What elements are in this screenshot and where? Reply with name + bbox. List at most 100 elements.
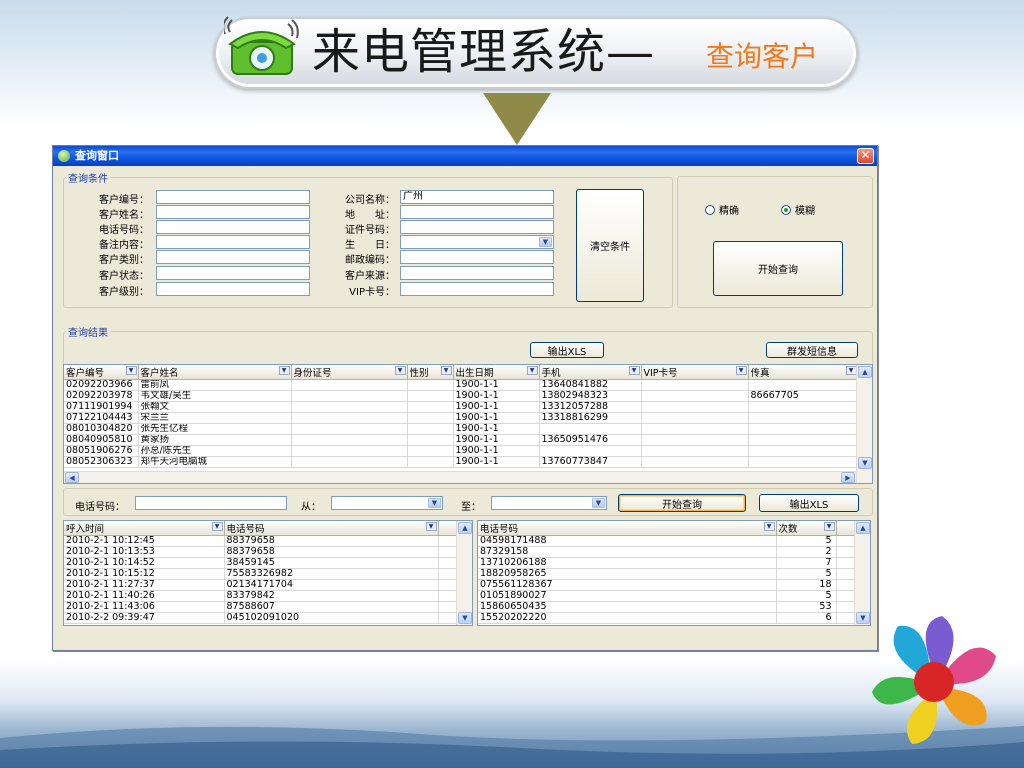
table-row[interactable]: 2010-2-1 11:40:26 83379842: [64, 590, 459, 602]
filter-dropdown-icon[interactable]: ▼: [394, 366, 406, 375]
chevron-down-icon[interactable]: ▼: [428, 498, 441, 508]
column-header[interactable]: 次数 ▼: [776, 521, 837, 536]
to-date-select[interactable]: ▼: [491, 496, 607, 510]
filter-dropdown-icon[interactable]: ▼: [440, 366, 452, 375]
chevron-down-icon[interactable]: ▼: [539, 237, 552, 247]
column-header[interactable]: 客户姓名 ▼: [138, 365, 292, 380]
results-horizontal-scrollbar[interactable]: ◀ ▶: [64, 471, 856, 483]
table-row[interactable]: 08051906276 孙总/陈先生 1900-1-1: [64, 445, 859, 457]
table-cell: 张翰文: [138, 401, 292, 413]
column-header[interactable]: 客户编号 ▼: [64, 365, 139, 380]
table-row[interactable]: 15520202220 6: [478, 612, 857, 624]
table-row[interactable]: 2010-2-1 10:15:12 75583326982: [64, 568, 459, 580]
column-header-label: 呼入时间: [66, 524, 105, 535]
close-button[interactable]: ✕: [857, 148, 874, 164]
table-row[interactable]: 2010-2-1 10:14:52 38459145: [64, 557, 459, 569]
bulk-sms-button[interactable]: 群发短信息: [766, 342, 858, 358]
call-log-scrollbar[interactable]: ▲ ▼: [456, 521, 472, 625]
scroll-left-icon[interactable]: ◀: [65, 472, 79, 483]
table-row[interactable]: 08010304820 张先生亿程 1900-1-1: [64, 423, 859, 435]
table-row[interactable]: 18820958265 5: [478, 568, 857, 580]
call-count-grid[interactable]: 电话号码 ▼ 次数 ▼ 04598171488 5 87329158 2 1371020618…: [477, 520, 871, 626]
table-row[interactable]: 2010-2-2 09:39:47 045102091020: [64, 612, 459, 624]
table-row[interactable]: 04598171488 5: [478, 535, 857, 547]
customer-results-grid[interactable]: 客户编号 ▼ 客户姓名 ▼ 身份证号 ▼ 性别 ▼ 出生日期 ▼ 手机 ▼ VIP卡号 ▼ 传真 ▼ 0209…: [63, 364, 873, 484]
left-field-input[interactable]: [156, 220, 310, 234]
left-field-input[interactable]: [156, 205, 310, 219]
right-field-input[interactable]: [400, 266, 554, 280]
right-field-input[interactable]: [400, 282, 554, 296]
radio-fuzzy[interactable]: 模糊: [781, 202, 815, 217]
call-count-scrollbar[interactable]: ▲ ▼: [854, 521, 870, 625]
clear-conditions-button[interactable]: 清空条件: [576, 189, 644, 302]
filter-dropdown-icon[interactable]: ▼: [211, 522, 223, 531]
scroll-down-icon[interactable]: ▼: [858, 457, 872, 469]
right-field-input[interactable]: [400, 250, 554, 264]
call-log-grid[interactable]: 呼入时间 ▼ 电话号码 ▼ 2010-2-1 10:12:45 88379658 2010…: [63, 520, 473, 626]
table-row[interactable]: 87329158 2: [478, 546, 857, 558]
table-row[interactable]: 02092203966 雷前凤 1900-1-1 13640841882: [64, 379, 859, 391]
birthday-select[interactable]: ▼: [400, 235, 554, 249]
filter-dropdown-icon[interactable]: ▼: [526, 366, 538, 375]
table-row[interactable]: 08052306323 郑牛天河电脑城 1900-1-1 13760773847: [64, 456, 859, 468]
table-cell: 7: [776, 557, 837, 569]
table-row[interactable]: 2010-2-1 10:13:53 88379658: [64, 546, 459, 558]
start-query-button[interactable]: 开始查询: [713, 241, 843, 296]
scroll-up-icon[interactable]: ▲: [858, 366, 872, 378]
chevron-down-icon[interactable]: ▼: [592, 498, 605, 508]
table-row[interactable]: 15860650435 53: [478, 601, 857, 613]
left-field-input[interactable]: [156, 250, 310, 264]
column-header[interactable]: 电话号码 ▼: [478, 521, 777, 536]
table-row[interactable]: 13710206188 7: [478, 557, 857, 569]
column-header[interactable]: 传真 ▼: [748, 365, 859, 380]
export-xls-button[interactable]: 输出XLS: [530, 342, 604, 358]
from-date-select[interactable]: ▼: [331, 496, 443, 510]
table-row[interactable]: 075561128367 18: [478, 579, 857, 591]
call-export-xls-button[interactable]: 输出XLS: [759, 494, 859, 512]
scroll-down-icon[interactable]: ▼: [458, 612, 472, 624]
scroll-up-icon[interactable]: ▲: [856, 522, 870, 534]
right-field-input[interactable]: 广州: [400, 190, 554, 204]
filter-dropdown-icon[interactable]: ▼: [628, 366, 640, 375]
table-cell: 1900-1-1: [453, 412, 540, 424]
filter-dropdown-icon[interactable]: ▼: [845, 366, 857, 375]
column-header[interactable]: 出生日期 ▼: [453, 365, 540, 380]
table-row[interactable]: 2010-2-1 10:12:45 88379658: [64, 535, 459, 547]
right-field-input[interactable]: [400, 205, 554, 219]
table-row[interactable]: 01051890027 5: [478, 590, 857, 602]
column-header[interactable]: VIP卡号 ▼: [641, 365, 749, 380]
table-cell: [748, 456, 859, 468]
column-header[interactable]: 性别 ▼: [407, 365, 454, 380]
call-phone-input[interactable]: [135, 496, 287, 510]
left-field-input[interactable]: [156, 282, 310, 296]
column-header[interactable]: 电话号码 ▼: [224, 521, 439, 536]
table-cell-filler: [836, 579, 857, 591]
left-field-input[interactable]: [156, 266, 310, 280]
table-row[interactable]: 2010-2-1 11:43:06 87588607: [64, 601, 459, 613]
filter-dropdown-icon[interactable]: ▼: [763, 522, 775, 531]
table-cell: 张先生亿程: [138, 423, 292, 435]
radio-exact[interactable]: 精确: [705, 202, 739, 217]
table-row[interactable]: 2010-2-1 11:27:37 02134171704: [64, 579, 459, 591]
column-header[interactable]: 呼入时间 ▼: [64, 521, 225, 536]
scroll-right-icon[interactable]: ▶: [841, 472, 855, 483]
table-cell: [291, 401, 408, 413]
left-field-input[interactable]: [156, 190, 310, 204]
left-field-input[interactable]: [156, 235, 310, 249]
results-vertical-scrollbar[interactable]: ▲ ▼: [856, 365, 872, 483]
filter-dropdown-icon[interactable]: ▼: [425, 522, 437, 531]
call-start-query-button[interactable]: 开始查询: [618, 494, 746, 512]
filter-dropdown-icon[interactable]: ▼: [125, 366, 137, 375]
table-row[interactable]: 07111901994 张翰文 1900-1-1 13312057288: [64, 401, 859, 413]
filter-dropdown-icon[interactable]: ▼: [823, 522, 835, 531]
table-row[interactable]: 02092203978 韦文雄/吴生 1900-1-1 13802948323 8666…: [64, 390, 859, 402]
table-row[interactable]: 08040905810 黄家扬 1900-1-1 13650951476: [64, 434, 859, 446]
filter-dropdown-icon[interactable]: ▼: [278, 366, 290, 375]
filter-dropdown-icon[interactable]: ▼: [735, 366, 747, 375]
right-field-input[interactable]: [400, 220, 554, 234]
table-row[interactable]: 07122104443 宋兰兰 1900-1-1 13318816299: [64, 412, 859, 424]
scroll-up-icon[interactable]: ▲: [458, 522, 472, 534]
table-cell: [407, 434, 454, 446]
column-header[interactable]: 身份证号 ▼: [291, 365, 408, 380]
column-header[interactable]: 手机 ▼: [539, 365, 642, 380]
